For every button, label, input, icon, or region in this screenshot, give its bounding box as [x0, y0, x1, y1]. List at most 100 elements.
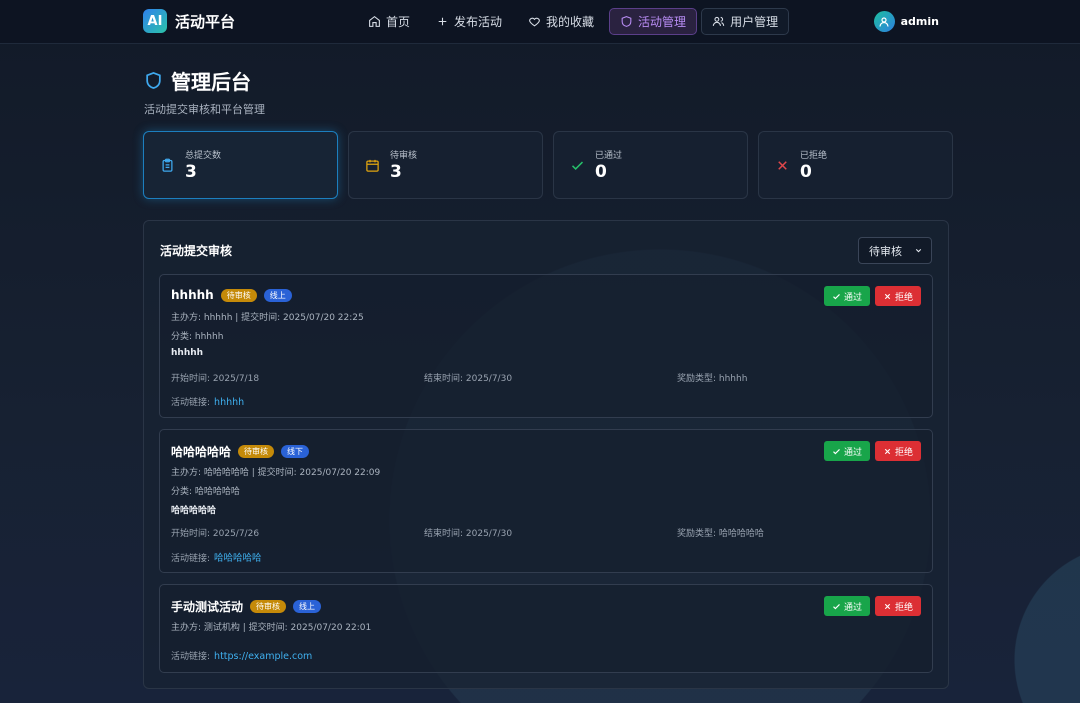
submission-name: 哈哈哈哈哈 [171, 445, 232, 459]
user-menu[interactable]: admin [873, 11, 939, 32]
page-title: 管理后台 [144, 66, 265, 95]
brand-name: 活动平台 [175, 12, 236, 31]
clipboard-icon [160, 158, 175, 173]
x-icon [884, 603, 891, 609]
submission-name: 手动测试活动 [171, 600, 244, 614]
link-label: 活动链接: [171, 554, 211, 564]
stat-card-rejected: 已拒绝 0 [758, 131, 953, 199]
submission-title-row: 手动测试活动 待审核 线上 [171, 598, 322, 615]
submission-card: hhhhh 待审核 线上 主办方: hhhhh | 提交时间: 2025/07/… [159, 274, 933, 418]
nav-item-favorites[interactable]: 我的收藏 [517, 8, 605, 35]
shield-icon [146, 72, 161, 89]
stat-value: 0 [800, 162, 812, 182]
reject-button[interactable]: 拒绝 [874, 596, 921, 616]
link-label: 活动链接: [171, 398, 211, 408]
check-icon [833, 603, 840, 609]
stats-row: 总提交数 3 待审核 3 已通过 0 已拒绝 0 [143, 131, 953, 199]
submission-start-time: 开始时间: 2025/7/18 [171, 374, 260, 384]
submission-reward-type: 奖励类型: 哈哈哈哈哈 [677, 529, 764, 539]
submission-card: 哈哈哈哈哈 待审核 线下 主办方: 哈哈哈哈哈 | 提交时间: 2025/07/… [159, 429, 933, 573]
top-navbar: AI 活动平台 首页 发布活动 我的收藏 活动管理 用户管理 admin [0, 0, 1080, 44]
nav-item-label: 首页 [386, 15, 411, 29]
avatar [873, 11, 895, 32]
nav-item-label: 发布活动 [454, 15, 503, 29]
approve-button[interactable]: 通过 [823, 286, 870, 306]
shield-icon [621, 16, 632, 27]
username: admin [900, 15, 939, 28]
submission-description: hhhhh [171, 348, 204, 358]
stat-value: 3 [185, 162, 197, 182]
submission-card: 手动测试活动 待审核 线上 主办方: 测试机构 | 提交时间: 2025/07/… [159, 584, 933, 673]
activity-link[interactable]: hhhhh [214, 397, 244, 408]
submission-actions: 通过 拒绝 [823, 286, 921, 306]
submission-start-time: 开始时间: 2025/7/26 [171, 529, 260, 539]
approve-button[interactable]: 通过 [823, 596, 870, 616]
submission-title-row: 哈哈哈哈哈 待审核 线下 [171, 443, 310, 460]
x-icon [884, 293, 891, 299]
users-icon [712, 16, 725, 26]
submission-meta: 主办方: 哈哈哈哈哈 | 提交时间: 2025/07/20 22:09 [171, 468, 381, 478]
nav-item-home[interactable]: 首页 [357, 8, 421, 35]
stat-value: 3 [390, 162, 402, 182]
reject-button[interactable]: 拒绝 [874, 441, 921, 461]
page-header: 管理后台 活动提交审核和平台管理 [144, 66, 265, 117]
page-subtitle: 活动提交审核和平台管理 [144, 103, 265, 116]
link-label: 活动链接: [171, 652, 211, 662]
nav-item-label: 活动管理 [638, 15, 687, 29]
status-filter-value: 待审核 [869, 244, 902, 258]
brand-logo: AI [143, 9, 167, 33]
submission-name: hhhhh [171, 288, 214, 302]
panel-title: 活动提交审核 [160, 244, 233, 258]
activity-link[interactable]: 哈哈哈哈哈 [214, 553, 262, 564]
check-icon [570, 158, 585, 173]
approve-button[interactable]: 通过 [823, 441, 870, 461]
x-icon [775, 158, 790, 173]
stat-label: 待审核 [390, 151, 418, 161]
review-panel: 活动提交审核 待审核 hhhhh 待审核 线上 主办方: hhhhh | 提交时… [143, 220, 949, 689]
submission-meta: 主办方: hhhhh | 提交时间: 2025/07/20 22:25 [171, 313, 364, 323]
status-filter-select[interactable]: 待审核 [858, 237, 932, 264]
nav-item-publish[interactable]: 发布活动 [425, 8, 513, 35]
stat-label: 已通过 [595, 151, 623, 161]
status-badge: 待审核 [220, 288, 257, 302]
x-icon [884, 448, 891, 454]
mode-badge: 线上 [263, 288, 292, 302]
approve-label: 通过 [843, 446, 862, 457]
stat-card-approved: 已通过 0 [553, 131, 748, 199]
home-icon [369, 15, 380, 27]
submission-category: 分类: hhhhh [171, 332, 224, 342]
submission-title-row: hhhhh 待审核 线上 [171, 288, 292, 302]
main-nav: 首页 发布活动 我的收藏 活动管理 用户管理 [357, 8, 790, 35]
approve-label: 通过 [843, 601, 862, 612]
submission-category: 分类: 哈哈哈哈哈 [171, 487, 240, 497]
reject-label: 拒绝 [894, 291, 913, 302]
chevron-down-icon [915, 248, 922, 253]
submission-link-row: 活动链接: https://example.com [171, 649, 312, 662]
activity-link[interactable]: https://example.com [214, 651, 312, 662]
status-badge: 待审核 [250, 600, 287, 613]
nav-item-label: 我的收藏 [546, 15, 595, 29]
nav-item-user-manage[interactable]: 用户管理 [701, 8, 790, 35]
stat-label: 总提交数 [185, 151, 222, 161]
stat-label: 已拒绝 [800, 151, 828, 161]
nav-item-label: 用户管理 [730, 15, 779, 29]
plus-icon [438, 17, 447, 26]
submission-link-row: 活动链接: hhhhh [171, 395, 244, 408]
approve-label: 通过 [843, 291, 862, 302]
mode-badge: 线下 [281, 445, 310, 458]
submission-description: 哈哈哈哈哈 [171, 506, 217, 516]
submission-actions: 通过 拒绝 [823, 441, 921, 461]
nav-item-activity-manage[interactable]: 活动管理 [609, 8, 698, 35]
calendar-icon [365, 158, 380, 173]
check-icon [833, 293, 840, 299]
submission-meta: 主办方: 测试机构 | 提交时间: 2025/07/20 22:01 [171, 623, 372, 633]
stat-card-pending: 待审核 3 [348, 131, 543, 199]
check-icon [833, 448, 840, 454]
mode-badge: 线上 [293, 600, 322, 613]
reject-label: 拒绝 [894, 601, 913, 612]
brand[interactable]: AI 活动平台 [143, 9, 235, 33]
submission-link-row: 活动链接: 哈哈哈哈哈 [171, 550, 262, 564]
page-title-text: 管理后台 [171, 70, 251, 94]
submission-end-time: 结束时间: 2025/7/30 [424, 529, 513, 539]
reject-button[interactable]: 拒绝 [874, 286, 921, 306]
